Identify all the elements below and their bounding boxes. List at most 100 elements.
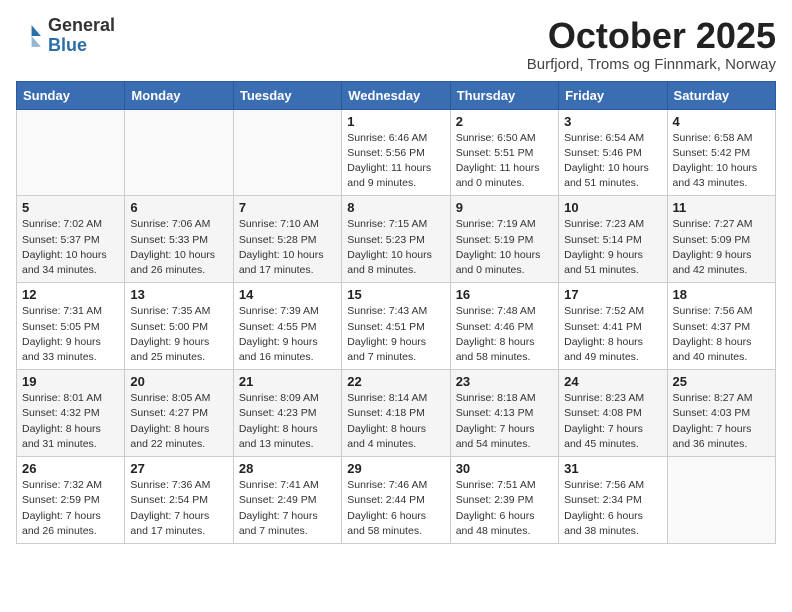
day-info: Sunrise: 8:14 AM Sunset: 4:18 PM Dayligh… <box>347 391 444 452</box>
day-number: 30 <box>456 461 553 476</box>
day-info: Sunrise: 7:15 AM Sunset: 5:23 PM Dayligh… <box>347 217 444 278</box>
day-number: 11 <box>673 200 770 215</box>
table-row: 9 Sunrise: 7:19 AM Sunset: 5:19 PM Daylig… <box>450 196 558 283</box>
title-block: October 2025 Burfjord, Troms og Finnmark… <box>527 16 776 73</box>
day-info: Sunrise: 6:54 AM Sunset: 5:46 PM Dayligh… <box>564 131 661 192</box>
table-row: 18 Sunrise: 7:56 AM Sunset: 4:37 PM Dayli… <box>667 283 775 370</box>
col-sunday: Sunday <box>17 81 125 109</box>
calendar-header: Sunday Monday Tuesday Wednesday Thursday… <box>17 81 776 109</box>
table-row: 1 Sunrise: 6:46 AM Sunset: 5:56 PM Daylig… <box>342 109 450 196</box>
table-row: 7 Sunrise: 7:10 AM Sunset: 5:28 PM Daylig… <box>233 196 341 283</box>
table-row: 17Sunrise: 7:52 AM Sunset: 4:41 PM Dayli… <box>559 283 667 370</box>
day-info: Sunrise: 7:19 AM Sunset: 5:19 PM Dayligh… <box>456 217 553 278</box>
col-tuesday: Tuesday <box>233 81 341 109</box>
table-row: 25Sunrise: 8:27 AM Sunset: 4:03 PM Dayli… <box>667 370 775 457</box>
table-row: 5 Sunrise: 7:02 AM Sunset: 5:37 PM Daylig… <box>17 196 125 283</box>
logo-text: General Blue <box>48 16 115 56</box>
day-info: Sunrise: 7:06 AM Sunset: 5:33 PM Dayligh… <box>130 217 227 278</box>
col-saturday: Saturday <box>667 81 775 109</box>
header-row: Sunday Monday Tuesday Wednesday Thursday… <box>17 81 776 109</box>
day-info: Sunrise: 7:32 AM Sunset: 2:59 PM Dayligh… <box>22 478 119 539</box>
table-row: 2Sunrise: 6:50 AM Sunset: 5:51 PM Daylig… <box>450 109 558 196</box>
day-number: 24 <box>564 374 661 389</box>
table-row: 16Sunrise: 7:48 AM Sunset: 4:46 PM Dayli… <box>450 283 558 370</box>
day-number: 8 <box>347 200 444 215</box>
day-number: 15 <box>347 287 444 302</box>
calendar-week-5: 26Sunrise: 7:32 AM Sunset: 2:59 PM Dayli… <box>17 457 776 544</box>
day-info: Sunrise: 6:50 AM Sunset: 5:51 PM Dayligh… <box>456 131 553 192</box>
table-row: 8 Sunrise: 7:15 AM Sunset: 5:23 PM Daylig… <box>342 196 450 283</box>
day-number: 22 <box>347 374 444 389</box>
day-number: 7 <box>239 200 336 215</box>
table-row <box>125 109 233 196</box>
logo-general-text: General <box>48 15 115 35</box>
table-row: 3Sunrise: 6:54 AM Sunset: 5:46 PM Daylig… <box>559 109 667 196</box>
day-info: Sunrise: 7:43 AM Sunset: 4:51 PM Dayligh… <box>347 304 444 365</box>
day-number: 25 <box>673 374 770 389</box>
table-row: 21 Sunrise: 8:09 AM Sunset: 4:23 PM Dayli… <box>233 370 341 457</box>
table-row: 28 Sunrise: 7:41 AM Sunset: 2:49 PM Dayli… <box>233 457 341 544</box>
logo: General Blue <box>16 16 115 56</box>
table-row: 14 Sunrise: 7:39 AM Sunset: 4:55 PM Dayli… <box>233 283 341 370</box>
day-info: Sunrise: 7:56 AM Sunset: 2:34 PM Dayligh… <box>564 478 661 539</box>
day-number: 29 <box>347 461 444 476</box>
calendar-week-4: 19Sunrise: 8:01 AM Sunset: 4:32 PM Dayli… <box>17 370 776 457</box>
day-info: Sunrise: 8:18 AM Sunset: 4:13 PM Dayligh… <box>456 391 553 452</box>
day-info: Sunrise: 7:35 AM Sunset: 5:00 PM Dayligh… <box>130 304 227 365</box>
table-row: 11Sunrise: 7:27 AM Sunset: 5:09 PM Dayli… <box>667 196 775 283</box>
table-row: 19Sunrise: 8:01 AM Sunset: 4:32 PM Dayli… <box>17 370 125 457</box>
calendar-body: 1 Sunrise: 6:46 AM Sunset: 5:56 PM Daylig… <box>17 109 776 543</box>
table-row: 6 Sunrise: 7:06 AM Sunset: 5:33 PM Daylig… <box>125 196 233 283</box>
day-info: Sunrise: 7:10 AM Sunset: 5:28 PM Dayligh… <box>239 217 336 278</box>
table-row: 4 Sunrise: 6:58 AM Sunset: 5:42 PM Daylig… <box>667 109 775 196</box>
day-number: 28 <box>239 461 336 476</box>
day-info: Sunrise: 7:41 AM Sunset: 2:49 PM Dayligh… <box>239 478 336 539</box>
col-wednesday: Wednesday <box>342 81 450 109</box>
calendar-week-3: 12 Sunrise: 7:31 AM Sunset: 5:05 PM Dayli… <box>17 283 776 370</box>
month-title: October 2025 <box>527 16 776 56</box>
day-info: Sunrise: 8:01 AM Sunset: 4:32 PM Dayligh… <box>22 391 119 452</box>
table-row: 24 Sunrise: 8:23 AM Sunset: 4:08 PM Dayli… <box>559 370 667 457</box>
day-info: Sunrise: 6:58 AM Sunset: 5:42 PM Dayligh… <box>673 131 770 192</box>
table-row <box>667 457 775 544</box>
col-friday: Friday <box>559 81 667 109</box>
day-number: 14 <box>239 287 336 302</box>
day-number: 31 <box>564 461 661 476</box>
day-info: Sunrise: 8:09 AM Sunset: 4:23 PM Dayligh… <box>239 391 336 452</box>
table-row: 26Sunrise: 7:32 AM Sunset: 2:59 PM Dayli… <box>17 457 125 544</box>
table-row: 22 Sunrise: 8:14 AM Sunset: 4:18 PM Dayli… <box>342 370 450 457</box>
day-number: 20 <box>130 374 227 389</box>
table-row <box>233 109 341 196</box>
calendar-week-2: 5 Sunrise: 7:02 AM Sunset: 5:37 PM Daylig… <box>17 196 776 283</box>
day-number: 21 <box>239 374 336 389</box>
day-number: 10 <box>564 200 661 215</box>
table-row: 10 Sunrise: 7:23 AM Sunset: 5:14 PM Dayli… <box>559 196 667 283</box>
calendar-table: Sunday Monday Tuesday Wednesday Thursday… <box>16 81 776 544</box>
location-subtitle: Burfjord, Troms og Finnmark, Norway <box>527 56 776 73</box>
day-info: Sunrise: 7:23 AM Sunset: 5:14 PM Dayligh… <box>564 217 661 278</box>
day-info: Sunrise: 6:46 AM Sunset: 5:56 PM Dayligh… <box>347 131 444 192</box>
table-row: 23 Sunrise: 8:18 AM Sunset: 4:13 PM Dayli… <box>450 370 558 457</box>
day-number: 12 <box>22 287 119 302</box>
col-thursday: Thursday <box>450 81 558 109</box>
day-info: Sunrise: 7:02 AM Sunset: 5:37 PM Dayligh… <box>22 217 119 278</box>
table-row: 15 Sunrise: 7:43 AM Sunset: 4:51 PM Dayli… <box>342 283 450 370</box>
day-info: Sunrise: 7:36 AM Sunset: 2:54 PM Dayligh… <box>130 478 227 539</box>
day-number: 6 <box>130 200 227 215</box>
day-number: 4 <box>673 114 770 129</box>
page-header: General Blue October 2025 Burfjord, Trom… <box>16 16 776 73</box>
day-number: 5 <box>22 200 119 215</box>
day-number: 16 <box>456 287 553 302</box>
day-number: 17 <box>564 287 661 302</box>
day-number: 1 <box>347 114 444 129</box>
day-info: Sunrise: 7:31 AM Sunset: 5:05 PM Dayligh… <box>22 304 119 365</box>
day-info: Sunrise: 7:39 AM Sunset: 4:55 PM Dayligh… <box>239 304 336 365</box>
col-monday: Monday <box>125 81 233 109</box>
table-row: 20Sunrise: 8:05 AM Sunset: 4:27 PM Dayli… <box>125 370 233 457</box>
table-row: 12 Sunrise: 7:31 AM Sunset: 5:05 PM Dayli… <box>17 283 125 370</box>
day-number: 9 <box>456 200 553 215</box>
day-info: Sunrise: 7:56 AM Sunset: 4:37 PM Dayligh… <box>673 304 770 365</box>
day-number: 18 <box>673 287 770 302</box>
day-number: 23 <box>456 374 553 389</box>
day-info: Sunrise: 8:23 AM Sunset: 4:08 PM Dayligh… <box>564 391 661 452</box>
